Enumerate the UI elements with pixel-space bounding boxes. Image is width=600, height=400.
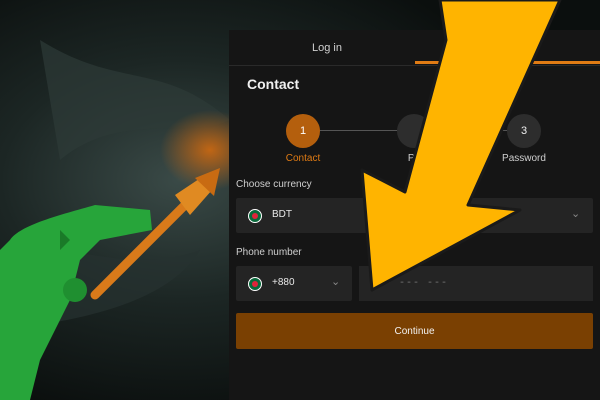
yellow-arrow-overlay [360,0,562,292]
